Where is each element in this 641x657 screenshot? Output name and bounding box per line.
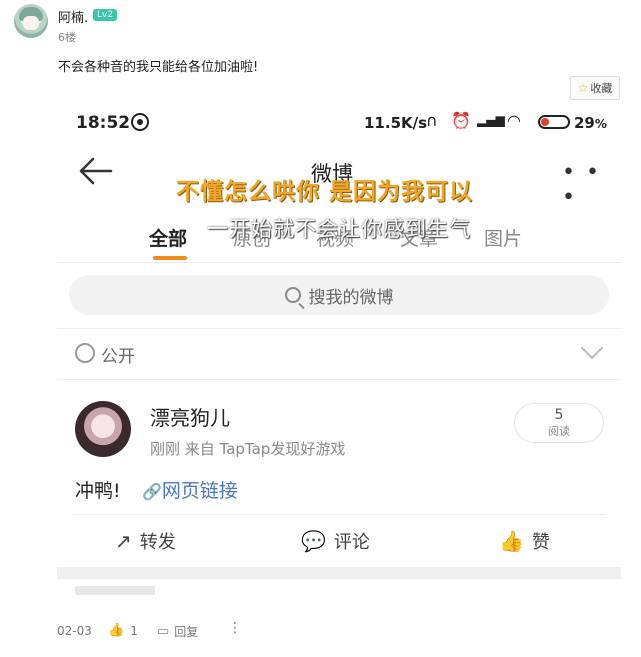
reply-label: 回复	[174, 625, 199, 639]
share-icon: ↗	[115, 529, 132, 553]
active-tab-indicator	[153, 256, 187, 260]
comment-label: 评论	[333, 532, 370, 553]
star-icon: ☆	[577, 81, 589, 95]
divider	[57, 379, 621, 380]
post-content: 不会各种音的我只能给各位加油啦!	[58, 60, 259, 75]
comment-button[interactable]: 💬 评论	[301, 528, 370, 554]
tab-images[interactable]: 图片	[484, 224, 522, 251]
visibility-label[interactable]: 公开	[101, 342, 135, 367]
level-badge: Lv2	[93, 9, 118, 21]
comment-icon: ▭	[157, 624, 170, 639]
search-bar[interactable]: 搜我的微博	[69, 275, 609, 315]
battery-percent: 29%	[574, 114, 607, 132]
next-item-peek	[75, 586, 155, 595]
more-options-icon[interactable]: ⋮	[228, 620, 242, 636]
read-count: 5	[554, 407, 564, 423]
like-count: 1	[130, 623, 138, 638]
chevron-down-icon[interactable]	[580, 336, 604, 360]
divider	[57, 328, 621, 329]
tab-all[interactable]: 全部	[149, 224, 187, 251]
link-icon: 🔗	[142, 482, 162, 501]
search-icon	[284, 287, 301, 303]
thumbs-up-icon: 👍	[499, 529, 524, 553]
like-button[interactable]: 👍 赞	[499, 528, 550, 554]
headphones-icon: ∩	[426, 111, 438, 130]
search-placeholder: 搜我的微博	[308, 287, 394, 308]
weibo-meta: 刚刚 来自 TapTap发现好游戏	[150, 440, 346, 458]
section-gap	[57, 567, 621, 579]
like-button[interactable]: 👍 1	[108, 623, 138, 638]
like-label: 赞	[531, 532, 550, 553]
video-subtitle-line2: 一开始就不会让你感到生气	[207, 217, 471, 241]
weibo-text: 冲鸭!	[75, 480, 121, 502]
globe-icon	[75, 343, 95, 363]
user-avatar[interactable]	[14, 4, 48, 38]
floor-number: 6楼	[58, 31, 76, 44]
link-label: 网页链接	[161, 480, 238, 502]
post-date: 02-03	[57, 624, 92, 638]
divider	[73, 514, 605, 515]
share-button[interactable]: ↗ 转发	[115, 528, 176, 554]
share-label: 转发	[139, 532, 176, 553]
weibo-author-name[interactable]: 漂亮狗儿	[150, 402, 230, 431]
comment-icon: 💬	[301, 529, 326, 553]
favorite-label: 收藏	[590, 82, 613, 95]
back-arrow-icon[interactable]	[77, 152, 115, 190]
read-label: 阅读	[548, 425, 570, 438]
sync-icon	[131, 113, 149, 131]
wifi-icon: ◠	[507, 111, 521, 130]
battery-icon	[538, 115, 570, 129]
username[interactable]: 阿楠.	[58, 7, 88, 26]
more-icon[interactable]: • • •	[562, 160, 621, 210]
status-bar: 18:52 11.5K/s ∩ ⏰ ▂▄▆ ◠ 29%	[57, 102, 621, 144]
divider	[57, 262, 621, 263]
favorite-button[interactable]: ☆ 收藏	[570, 76, 620, 100]
alarm-icon: ⏰	[451, 111, 471, 130]
signal-icon: ▂▄▆	[477, 113, 505, 127]
weibo-author-avatar[interactable]	[75, 401, 131, 457]
avatar-face	[23, 16, 39, 30]
network-speed: 11.5K/s	[364, 114, 428, 132]
attached-screenshot[interactable]: 18:52 11.5K/s ∩ ⏰ ▂▄▆ ◠ 29% 微博 • • • 全部 …	[57, 102, 621, 595]
weibo-link[interactable]: 🔗网页链接	[142, 476, 238, 503]
read-count-badge: 5 阅读	[514, 403, 604, 443]
thumbs-up-icon: 👍	[108, 623, 125, 638]
status-time: 18:52	[76, 113, 131, 133]
video-subtitle-line1: 不懂怎么哄你 是因为我可以	[176, 179, 474, 205]
reply-button[interactable]: ▭ 回复	[157, 623, 198, 640]
